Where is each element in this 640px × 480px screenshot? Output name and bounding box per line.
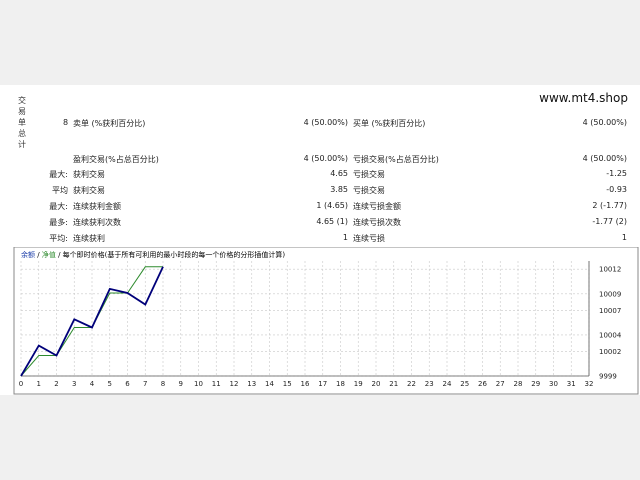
legend-balance: 余额 bbox=[21, 250, 35, 259]
max-consec-loss-amount-label: 连续亏损金额 bbox=[353, 202, 401, 211]
x-tick-label: 12 bbox=[230, 380, 239, 388]
avg-prefix: 平均 bbox=[52, 186, 68, 195]
x-tick-label: 4 bbox=[90, 380, 95, 388]
max-loss-value: -1.25 bbox=[606, 169, 627, 178]
buy-trades-value: 4 (50.00%) bbox=[582, 118, 627, 127]
label-char: 总 bbox=[18, 129, 26, 138]
max-prefix: 最大: bbox=[49, 170, 68, 179]
x-tick-label: 19 bbox=[354, 380, 363, 388]
x-tick-label: 1 bbox=[37, 380, 41, 388]
label-char: 易 bbox=[18, 107, 26, 116]
avg-consec-loss-label: 连续亏损 bbox=[353, 234, 385, 243]
win-trades-label: 盈利交易(%占总百分比) bbox=[73, 155, 159, 164]
loss-trades-value: 4 (50.00%) bbox=[582, 154, 627, 163]
sell-trades-value: 4 (50.00%) bbox=[303, 118, 348, 127]
total-trades-count: 8 bbox=[63, 118, 69, 127]
x-tick-label: 21 bbox=[389, 380, 398, 388]
max-win-label: 获利交易 bbox=[73, 170, 105, 179]
avg-consec-loss-value: 1 bbox=[621, 233, 627, 242]
y-tick-label: 10002 bbox=[599, 348, 621, 356]
max-consec-win-amount-value: 1 (4.65) bbox=[316, 201, 348, 210]
avg-consec-win-label: 连续获利 bbox=[73, 234, 105, 243]
x-tick-label: 26 bbox=[478, 380, 487, 388]
max-consec-prefix: 最大: bbox=[49, 202, 68, 211]
max-loss-label: 亏损交易 bbox=[353, 170, 385, 179]
balance-chart: 99991000210004100071000910012 0123456789… bbox=[13, 247, 639, 395]
loss-trades-label: 亏损交易(%占总百分比) bbox=[353, 155, 439, 164]
chart-header: 余额 / 净值 / 每个即时价格(基于所有可利用的最小时段的每一个价格的分形插值… bbox=[21, 250, 285, 259]
consec-loss-count-label: 连续亏损次数 bbox=[353, 218, 401, 227]
x-tick-label: 23 bbox=[425, 380, 434, 388]
x-tick-label: 7 bbox=[143, 380, 147, 388]
site-watermark: www.mt4.shop bbox=[539, 91, 628, 105]
x-tick-label: 25 bbox=[460, 380, 469, 388]
x-tick-label: 18 bbox=[336, 380, 345, 388]
legend-description: / 每个即时价格(基于所有可利用的最小时段的每一个价格的分形插值计算) bbox=[58, 250, 285, 259]
x-tick-label: 3 bbox=[72, 380, 76, 388]
x-tick-label: 9 bbox=[179, 380, 183, 388]
totals-vertical-label: 交 易 单 总 计 bbox=[17, 95, 27, 150]
consec-win-count-value: 4.65 (1) bbox=[316, 217, 348, 226]
label-char: 计 bbox=[18, 140, 26, 149]
x-tick-label: 10 bbox=[194, 380, 203, 388]
x-tick-label: 6 bbox=[125, 380, 130, 388]
win-trades-value: 4 (50.00%) bbox=[303, 154, 348, 163]
y-tick-label: 10012 bbox=[599, 266, 621, 274]
x-tick-label: 30 bbox=[549, 380, 558, 388]
x-tick-label: 15 bbox=[283, 380, 292, 388]
label-char: 单 bbox=[18, 118, 26, 127]
x-tick-label: 20 bbox=[372, 380, 381, 388]
avg-loss-label: 亏损交易 bbox=[353, 186, 385, 195]
x-tick-label: 17 bbox=[318, 380, 327, 388]
x-tick-label: 32 bbox=[585, 380, 594, 388]
buy-trades-label: 买单 (%获利百分比) bbox=[353, 119, 426, 128]
legend-separator: / bbox=[37, 251, 40, 259]
consec-win-count-label: 连续获利次数 bbox=[73, 218, 121, 227]
avg-win-value: 3.85 bbox=[330, 185, 348, 194]
most-consec-prefix: 最多: bbox=[49, 218, 68, 227]
x-tick-label: 28 bbox=[514, 380, 523, 388]
sell-trades-label: 卖单 (%获利百分比) bbox=[73, 119, 146, 128]
x-tick-label: 27 bbox=[496, 380, 505, 388]
max-consec-win-amount-label: 连续获利金额 bbox=[73, 202, 121, 211]
x-tick-label: 24 bbox=[443, 380, 452, 388]
x-tick-label: 0 bbox=[19, 380, 23, 388]
y-tick-label: 10009 bbox=[599, 290, 621, 298]
x-tick-label: 11 bbox=[212, 380, 221, 388]
y-tick-label: 9999 bbox=[599, 373, 617, 381]
x-tick-label: 8 bbox=[161, 380, 165, 388]
y-tick-label: 10004 bbox=[599, 331, 622, 339]
avg-win-label: 获利交易 bbox=[73, 186, 105, 195]
max-consec-loss-amount-value: 2 (-1.77) bbox=[592, 201, 627, 210]
x-tick-label: 2 bbox=[54, 380, 58, 388]
report-sheet: 交 易 单 总 计 www.mt4.shop 8 卖单 (%获利百分比) 4 (… bbox=[0, 85, 640, 395]
label-char: 交 bbox=[18, 96, 26, 105]
y-tick-label: 10007 bbox=[599, 307, 621, 315]
avg-loss-value: -0.93 bbox=[606, 185, 627, 194]
x-tick-label: 22 bbox=[407, 380, 416, 388]
legend-equity: 净值 bbox=[42, 250, 56, 259]
x-tick-label: 29 bbox=[531, 380, 540, 388]
consec-loss-count-value: -1.77 (2) bbox=[592, 217, 627, 226]
x-tick-label: 31 bbox=[567, 380, 576, 388]
x-tick-label: 14 bbox=[265, 380, 274, 388]
avg-consec-prefix: 平均: bbox=[49, 234, 68, 243]
max-win-value: 4.65 bbox=[330, 169, 348, 178]
x-tick-label: 13 bbox=[247, 380, 256, 388]
x-tick-label: 5 bbox=[108, 380, 112, 388]
avg-consec-win-value: 1 bbox=[342, 233, 348, 242]
x-tick-label: 16 bbox=[301, 380, 310, 388]
